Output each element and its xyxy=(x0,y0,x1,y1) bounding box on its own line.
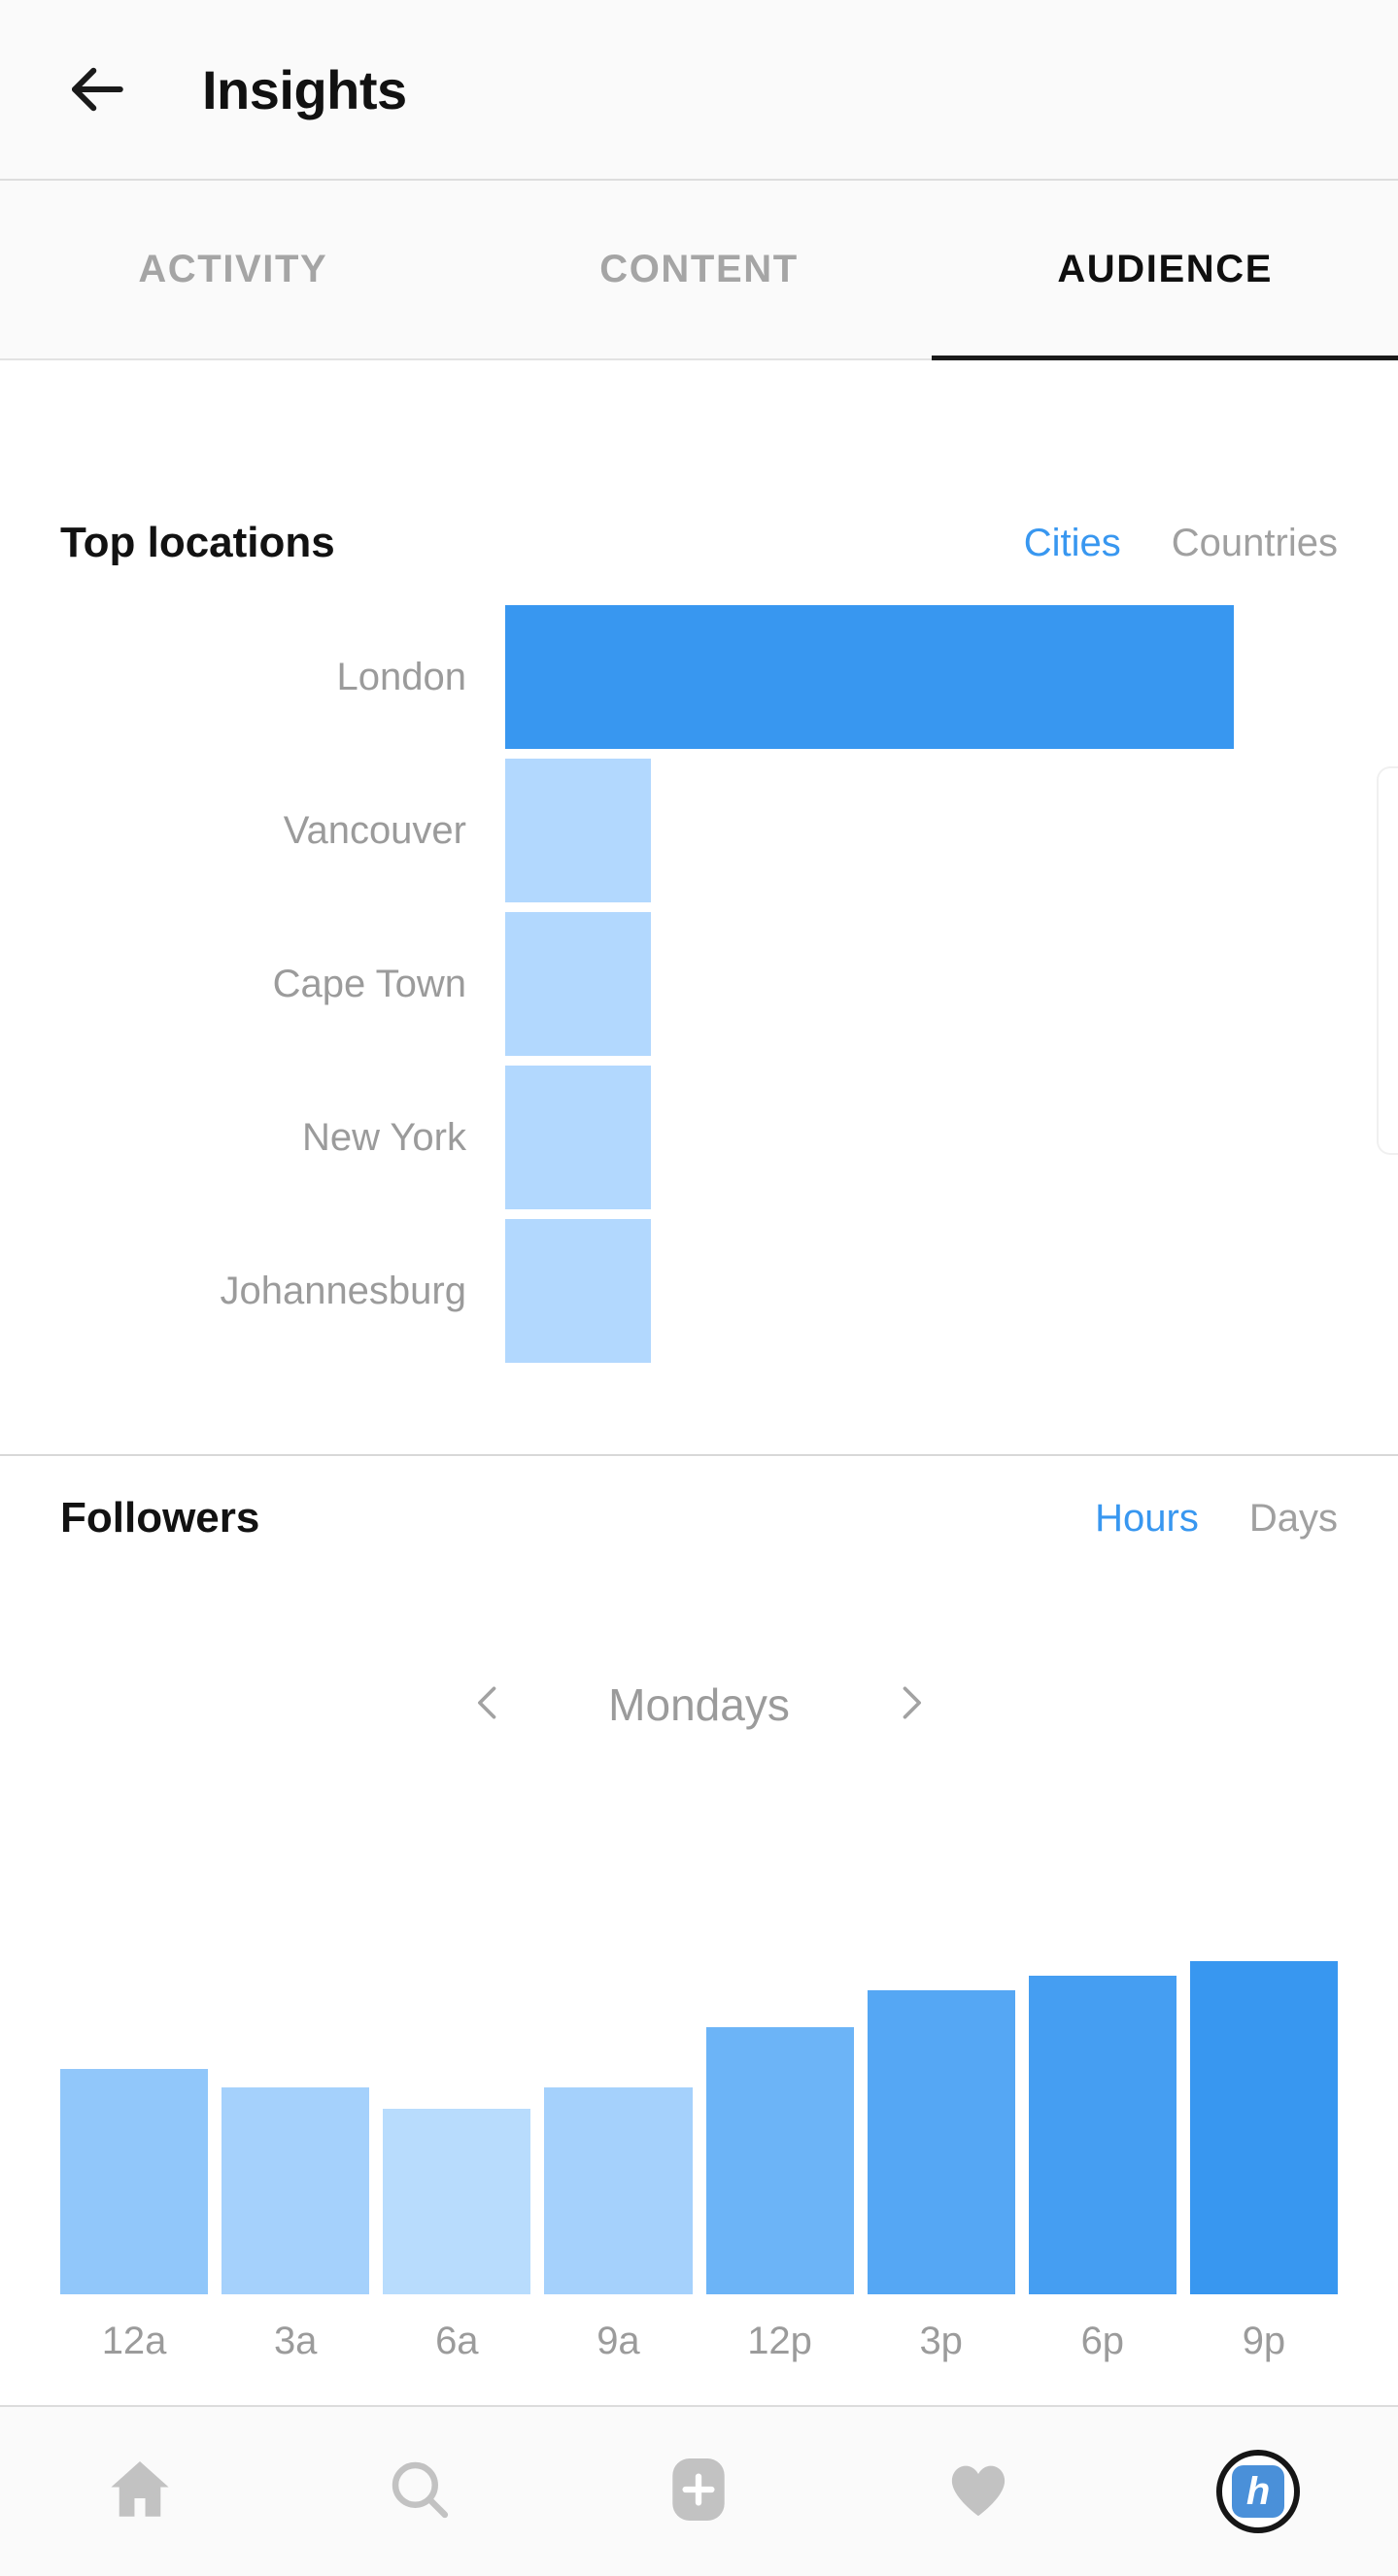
hour-bar xyxy=(1189,1961,1338,2294)
arrow-left-icon xyxy=(64,57,128,121)
location-row: London xyxy=(0,605,1398,749)
toggle-countries[interactable]: Countries xyxy=(1172,522,1338,565)
hour-bar xyxy=(1028,1976,1176,2294)
location-bar-track xyxy=(505,605,1398,749)
locations-bar-chart: London Vancouver Cape Town New York Joha… xyxy=(0,605,1398,1363)
location-label: London xyxy=(336,655,466,698)
home-icon xyxy=(104,2454,176,2530)
hour-bar xyxy=(383,2109,531,2294)
hour-column: 3a xyxy=(222,1773,370,2384)
prev-day-button[interactable] xyxy=(459,1675,519,1735)
toggle-hours[interactable]: Hours xyxy=(1095,1497,1199,1541)
hour-label: 6a xyxy=(435,2320,479,2362)
day-selector: Mondays xyxy=(0,1637,1398,1773)
location-row: Johannesburg xyxy=(0,1219,1398,1363)
app-header: Insights xyxy=(0,0,1398,181)
followers-header: Followers Hours Days xyxy=(0,1456,1398,1580)
nav-home[interactable] xyxy=(0,2454,280,2530)
insights-screen: Insights ACTIVITY CONTENT AUDIENCE Top l… xyxy=(0,0,1398,2576)
followers-toggle-group: Hours Days xyxy=(1095,1497,1338,1541)
location-row: Cape Town xyxy=(0,912,1398,1056)
chevron-left-icon xyxy=(467,1681,510,1729)
top-locations-title: Top locations xyxy=(60,519,335,566)
nav-search[interactable] xyxy=(280,2454,560,2530)
tab-activity[interactable]: ACTIVITY xyxy=(0,181,466,358)
followers-title: Followers xyxy=(60,1494,260,1542)
hour-label: 3a xyxy=(273,2320,318,2362)
location-bar xyxy=(505,1219,651,1363)
location-bar-track xyxy=(505,1066,1398,1209)
heart-icon xyxy=(942,2454,1014,2530)
location-bar xyxy=(505,605,1234,749)
add-post-icon xyxy=(660,2451,737,2533)
hour-column: 9a xyxy=(544,1773,693,2384)
chevron-right-icon xyxy=(889,1681,932,1729)
next-day-button[interactable] xyxy=(880,1675,940,1735)
locations-toggle-group: Cities Countries xyxy=(1024,522,1338,565)
nav-activity[interactable] xyxy=(838,2454,1118,2530)
hour-bar xyxy=(60,2069,209,2294)
toggle-cities[interactable]: Cities xyxy=(1024,522,1121,565)
hour-label: 3p xyxy=(919,2320,963,2362)
hour-column: 6p xyxy=(1028,1773,1176,2384)
location-label: Cape Town xyxy=(272,962,466,1005)
top-locations-section: Top locations Cities Countries London Va… xyxy=(0,360,1398,1456)
location-bar xyxy=(505,1066,651,1209)
top-locations-header: Top locations Cities Countries xyxy=(0,481,1398,605)
location-label: New York xyxy=(302,1115,466,1159)
location-label: Johannesburg xyxy=(220,1269,466,1312)
location-row: Vancouver xyxy=(0,759,1398,902)
hour-bar xyxy=(867,1990,1015,2294)
hour-bar xyxy=(705,2027,854,2294)
location-row: New York xyxy=(0,1066,1398,1209)
location-bar xyxy=(505,912,651,1056)
vertical-scrollbar[interactable] xyxy=(1377,766,1398,1155)
hour-column: 9p xyxy=(1189,1773,1338,2384)
bottom-navigation: h xyxy=(0,2405,1398,2576)
hour-bar xyxy=(222,2087,370,2294)
location-label: Vancouver xyxy=(283,808,466,852)
nav-add-post[interactable] xyxy=(560,2451,839,2533)
hour-bar xyxy=(544,2087,693,2294)
location-bar-track xyxy=(505,912,1398,1056)
hour-column: 12p xyxy=(705,1773,854,2384)
followers-section: Followers Hours Days Mondays 12a 3a 6a 9… xyxy=(0,1456,1398,2405)
hour-label: 12a xyxy=(101,2320,167,2362)
page-title: Insights xyxy=(202,58,407,120)
location-bar-track xyxy=(505,759,1398,902)
nav-profile[interactable]: h xyxy=(1118,2450,1398,2533)
profile-avatar: h xyxy=(1232,2465,1285,2518)
hour-column: 3p xyxy=(867,1773,1015,2384)
hour-label: 9p xyxy=(1242,2320,1286,2362)
current-day-label: Mondays xyxy=(608,1679,790,1730)
hour-label: 9a xyxy=(597,2320,640,2362)
search-icon xyxy=(384,2454,456,2530)
location-bar-track xyxy=(505,1219,1398,1363)
hour-column: 12a xyxy=(60,1773,209,2384)
back-button[interactable] xyxy=(60,53,132,125)
location-bar xyxy=(505,759,651,902)
hour-label: 12p xyxy=(747,2320,812,2362)
hour-label: 6p xyxy=(1080,2320,1125,2362)
toggle-days[interactable]: Days xyxy=(1249,1497,1338,1541)
hour-column: 6a xyxy=(383,1773,531,2384)
profile-avatar-ring: h xyxy=(1216,2450,1301,2533)
tab-content[interactable]: CONTENT xyxy=(466,181,933,358)
followers-hours-chart: 12a 3a 6a 9a 12p 3p 6p 9p xyxy=(0,1773,1398,2405)
tab-audience[interactable]: AUDIENCE xyxy=(932,181,1398,360)
insights-tabbar: ACTIVITY CONTENT AUDIENCE xyxy=(0,181,1398,360)
